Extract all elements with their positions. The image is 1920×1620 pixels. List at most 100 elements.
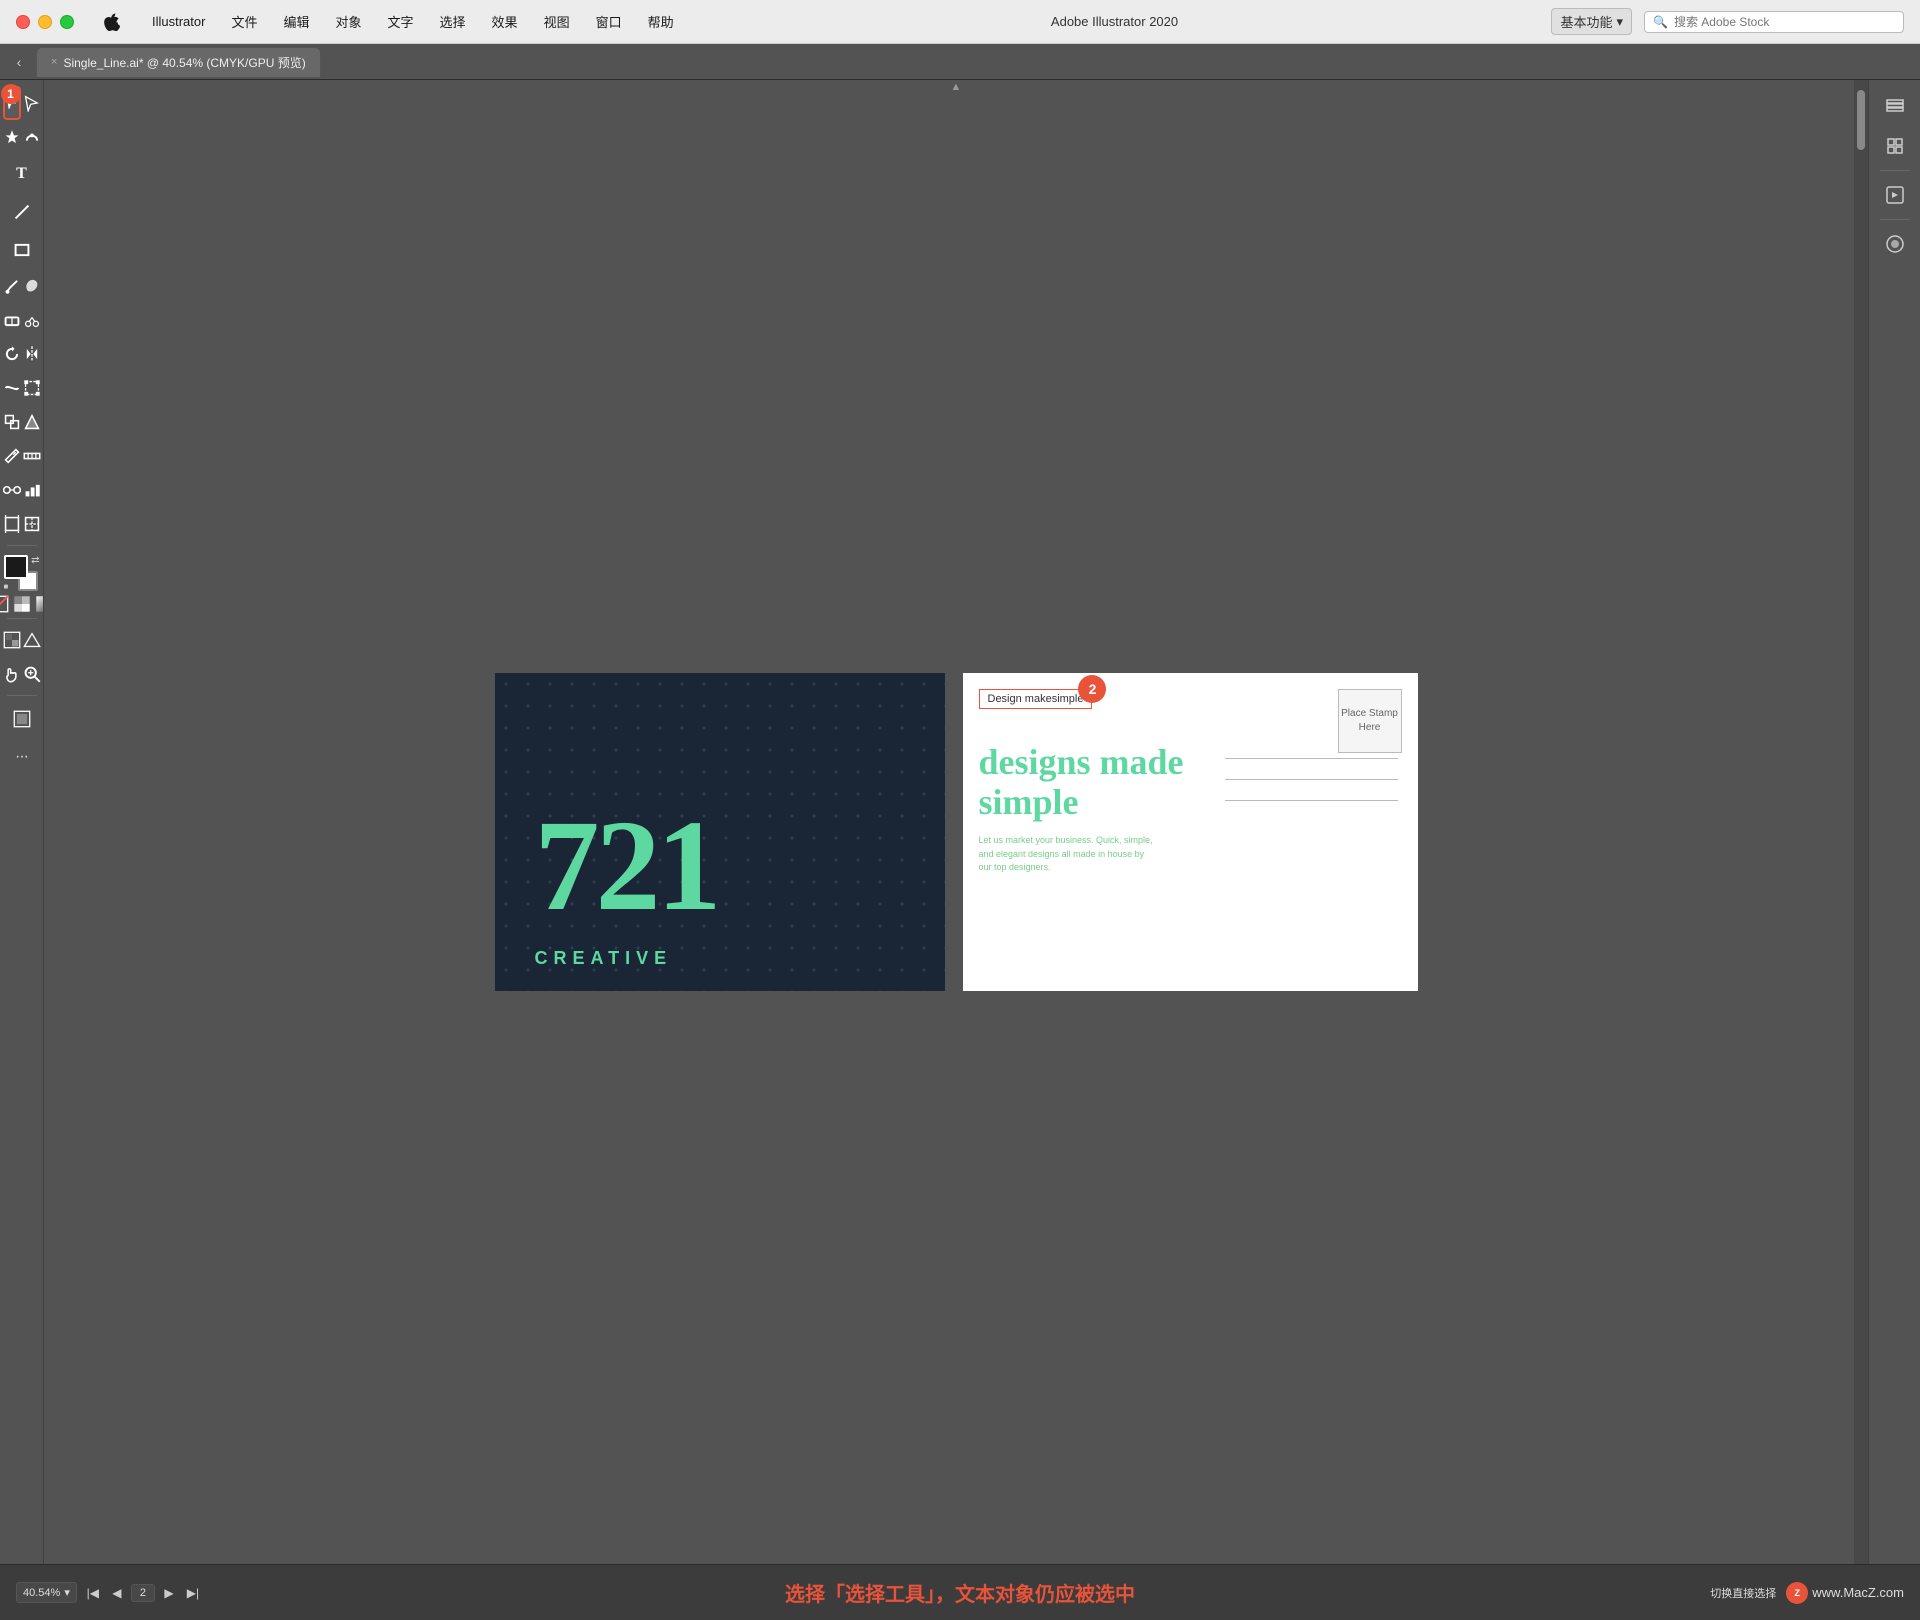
line-tool[interactable] xyxy=(4,194,40,230)
traffic-lights xyxy=(16,15,74,29)
collapse-panel-button[interactable]: ‹ xyxy=(8,51,30,73)
switch-tool-label[interactable]: 切换直接选择 xyxy=(1710,1585,1776,1601)
zoom-selector[interactable]: 40.54% ▾ xyxy=(16,1582,77,1603)
menu-object[interactable]: 对象 xyxy=(332,10,366,33)
close-button[interactable] xyxy=(16,15,30,29)
prev-page-button[interactable]: ◀ xyxy=(107,1583,127,1603)
eraser-tool[interactable] xyxy=(3,304,21,336)
scissors-tool[interactable] xyxy=(23,304,41,336)
artboards-panel-icon[interactable] xyxy=(1877,128,1913,164)
stamp-box: Place Stamp Here xyxy=(1338,689,1402,753)
pen-tool-icon xyxy=(3,129,21,147)
curvature-tool[interactable] xyxy=(23,122,41,154)
menu-help[interactable]: 帮助 xyxy=(644,10,678,33)
artboard-tool[interactable] xyxy=(3,508,21,540)
menu-window[interactable]: 窗口 xyxy=(592,10,626,33)
bottom-left: 40.54% ▾ |◀ ◀ 2 ▶ ▶| xyxy=(16,1582,203,1603)
zoom-tool[interactable] xyxy=(23,658,41,690)
shape-builder-tool[interactable] xyxy=(3,406,21,438)
swap-colors-icon[interactable]: ⇄ xyxy=(31,555,39,566)
color-icon[interactable] xyxy=(13,595,31,613)
search-input[interactable] xyxy=(1674,15,1895,29)
selection-tools-group: 1 xyxy=(3,86,41,120)
view-tools-group xyxy=(3,624,41,656)
brand-number: 721 xyxy=(535,801,718,931)
direct-selection-icon xyxy=(23,94,41,112)
free-transform-tool[interactable] xyxy=(23,372,41,404)
screen-mode-tool[interactable] xyxy=(4,701,40,737)
artboards-icon xyxy=(1884,135,1906,157)
next-page-button[interactable]: ▶ xyxy=(159,1583,179,1603)
selection-tool[interactable]: 1 xyxy=(3,86,21,120)
workspace-selector[interactable]: 基本功能 ▾ xyxy=(1551,8,1632,35)
column-graph-tool[interactable] xyxy=(23,474,41,506)
minimize-button[interactable] xyxy=(38,15,52,29)
slice-tool[interactable] xyxy=(23,508,41,540)
blend-tool[interactable] xyxy=(3,474,21,506)
logo-text-box[interactable]: Design makesimple xyxy=(979,689,1093,709)
rectangle-tool[interactable] xyxy=(4,232,40,268)
menu-select[interactable]: 选择 xyxy=(436,10,470,33)
menu-illustrator[interactable]: Illustrator xyxy=(148,12,209,31)
layers-panel-icon[interactable] xyxy=(1877,88,1913,124)
none-icon[interactable] xyxy=(0,595,9,613)
menu-effect[interactable]: 效果 xyxy=(488,10,522,33)
warp-tools-group xyxy=(3,372,41,404)
bottom-instruction: 选择「选择工具」，文本对象仍应被选中 xyxy=(785,1578,1135,1607)
document-tab[interactable]: × Single_Line.ai* @ 40.54% (CMYK/GPU 预览) xyxy=(36,47,321,77)
type-tool[interactable]: T xyxy=(4,156,40,192)
reflect-tool[interactable] xyxy=(23,338,41,370)
paintbrush-icon xyxy=(3,277,21,295)
appearance-panel-icon[interactable] xyxy=(1877,226,1913,262)
first-page-button[interactable]: |◀ xyxy=(83,1583,103,1603)
rectangle-tool-icon xyxy=(13,241,31,259)
gradient-icon[interactable] xyxy=(35,595,45,613)
libraries-panel-icon[interactable] xyxy=(1877,177,1913,213)
main-area: 1 xyxy=(0,80,1920,1564)
perspective-grid-tool[interactable] xyxy=(23,624,41,656)
image-trace-tool[interactable] xyxy=(3,624,21,656)
menu-file[interactable]: 文件 xyxy=(227,10,261,33)
shape-builder-icon xyxy=(3,413,21,431)
menu-edit[interactable]: 编辑 xyxy=(279,10,313,33)
pen-tool[interactable] xyxy=(3,122,21,154)
fullscreen-button[interactable] xyxy=(60,15,74,29)
live-paint-tool[interactable] xyxy=(23,406,41,438)
more-tools[interactable]: ··· xyxy=(4,739,40,775)
eraser-icon xyxy=(3,311,21,329)
toolbar-divider xyxy=(7,545,37,546)
color-boxes[interactable]: ⇄ ■ xyxy=(4,555,40,591)
hand-tool[interactable] xyxy=(3,658,21,690)
macz-url: www.MacZ.com xyxy=(1812,1585,1904,1600)
menu-view[interactable]: 视图 xyxy=(540,10,574,33)
hand-tool-icon xyxy=(3,665,21,683)
tab-close-icon[interactable]: × xyxy=(51,56,57,68)
page-number[interactable]: 2 xyxy=(131,1584,155,1602)
warp-icon xyxy=(3,379,21,397)
last-page-button[interactable]: ▶| xyxy=(183,1583,203,1603)
blob-brush-tool[interactable] xyxy=(23,270,41,302)
workspace-chevron-icon: ▾ xyxy=(1616,14,1623,30)
pen-tools-group xyxy=(3,122,41,154)
measure-tool[interactable] xyxy=(23,440,41,472)
search-box[interactable]: 🔍 xyxy=(1644,11,1904,33)
column-graph-icon xyxy=(23,481,41,499)
artboard-2: Design makesimple 2 Place Stamp Here des… xyxy=(963,673,1418,991)
vertical-scrollbar[interactable] xyxy=(1854,80,1868,1564)
menu-type[interactable]: 文字 xyxy=(384,10,418,33)
eyedropper-tool[interactable] xyxy=(3,440,21,472)
direct-selection-tool[interactable] xyxy=(23,86,41,120)
scroll-top[interactable]: ▲ xyxy=(949,80,963,94)
scroll-thumb[interactable] xyxy=(1857,90,1865,150)
apple-menu[interactable] xyxy=(100,11,122,33)
zoom-chevron-icon: ▾ xyxy=(64,1586,70,1599)
postcard-line-1 xyxy=(1225,758,1398,759)
curvature-tool-icon xyxy=(23,129,41,147)
warp-tool[interactable] xyxy=(3,372,21,404)
rotate-tool[interactable] xyxy=(3,338,21,370)
toolbar-divider-2 xyxy=(7,618,37,619)
paintbrush-tool[interactable] xyxy=(3,270,21,302)
canvas-area: ▲ 721 CREATIVE Design makesimple 2 xyxy=(44,80,1868,1564)
reset-colors-icon[interactable]: ■ xyxy=(4,582,9,591)
foreground-color[interactable] xyxy=(4,555,28,579)
